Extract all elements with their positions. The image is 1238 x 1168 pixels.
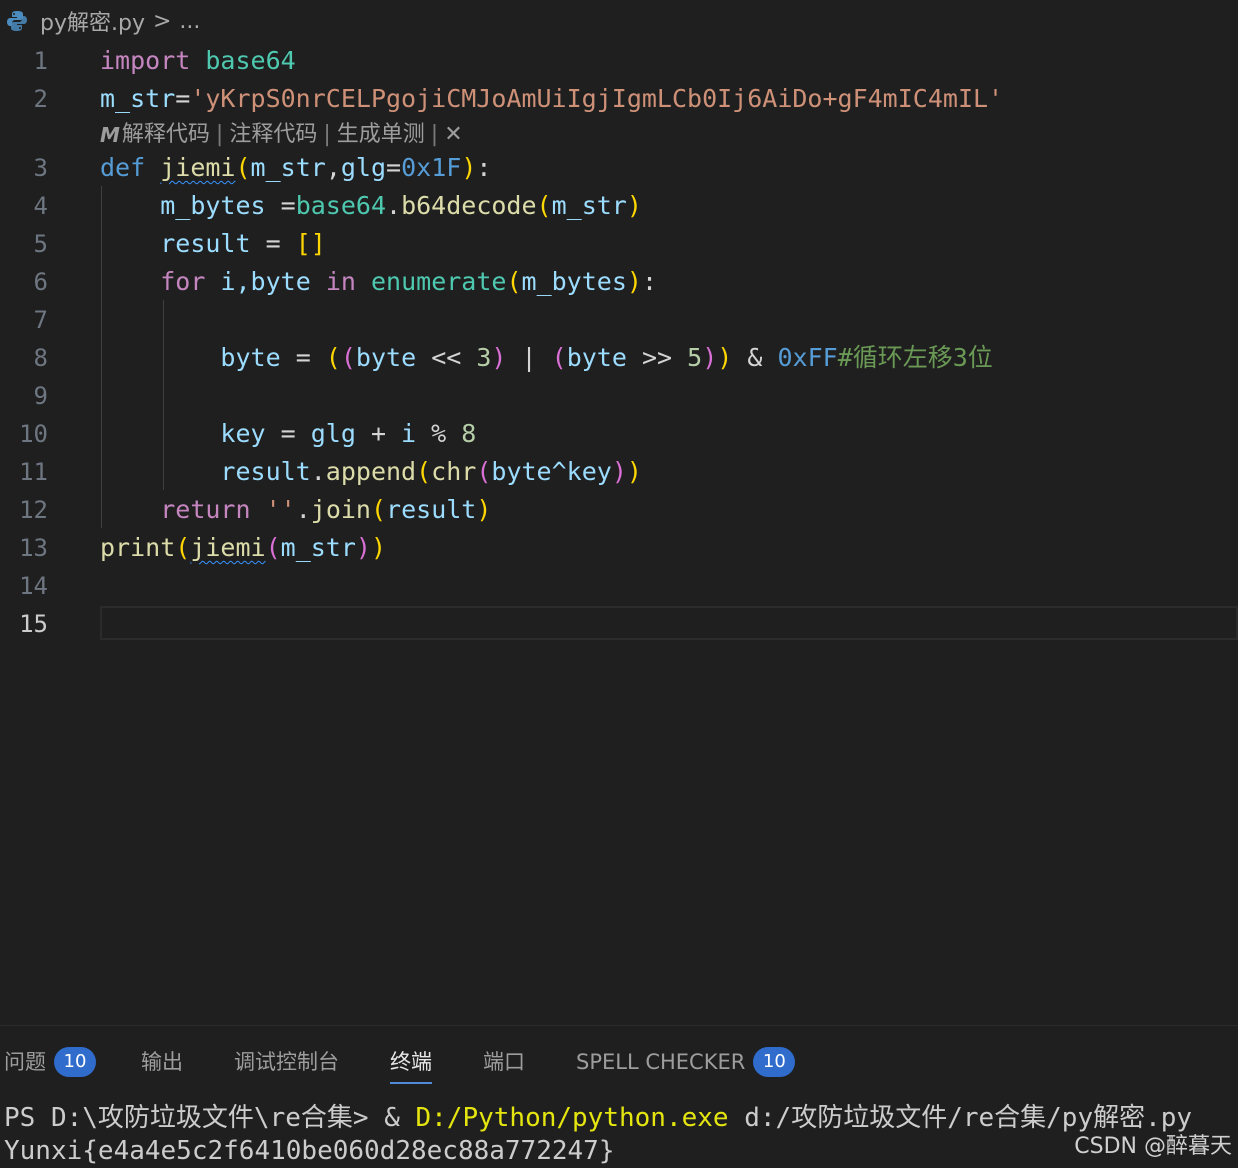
- tab-output[interactable]: 输出: [141, 1044, 183, 1080]
- code-text: key = glg + i % 8: [220, 419, 477, 448]
- code-text: return ''.join(result): [160, 495, 492, 524]
- generate-unit-test-link[interactable]: 生成单测: [337, 118, 425, 152]
- watermark: CSDN @醉暮天: [1074, 1134, 1232, 1159]
- active-tab-indicator: [390, 1082, 432, 1084]
- code-line: 6 for i,byte in enumerate(m_bytes):: [0, 263, 1238, 301]
- tab-spell-checker[interactable]: SPELL CHECKER 10: [576, 1044, 796, 1080]
- bottom-panel: 问题 10 输出 调试控制台 终端 端口 SPELL CHECKER 10 PS…: [0, 1025, 1238, 1166]
- code-text: byte = ((byte << 3) | (byte >> 5)) & 0xF…: [220, 343, 993, 372]
- code-text: m_str='yKrpS0nrCELPgojiCMJoAmUiIgjIgmLCb…: [100, 84, 1004, 113]
- codelens-bar: M 解释代码 | 注释代码 | 生成单测 | ✕: [100, 118, 463, 152]
- code-line: 14: [0, 567, 1238, 605]
- code-text: import base64: [100, 46, 296, 75]
- code-line: 4 m_bytes =base64.b64decode(m_str): [0, 187, 1238, 225]
- code-editor[interactable]: 1 import base64 2 m_str='yKrpS0nrCELPgoj…: [0, 42, 1238, 1022]
- chevron-right-icon: >: [152, 8, 172, 34]
- code-line: 2 m_str='yKrpS0nrCELPgojiCMJoAmUiIgjIgmL…: [0, 80, 1238, 118]
- problems-count-badge: 10: [54, 1047, 96, 1077]
- code-text: result.append(chr(byte^key)): [220, 457, 642, 486]
- code-line[interactable]: 15: [0, 605, 1238, 643]
- code-line: 13 print(jiemi(m_str)): [0, 529, 1238, 567]
- spell-checker-count-badge: 10: [753, 1047, 796, 1077]
- line-number: 6: [33, 268, 48, 296]
- code-line: 5 result = []: [0, 225, 1238, 263]
- breadcrumb: py解密.py > ...: [0, 0, 1238, 42]
- line-number: 8: [33, 344, 48, 372]
- code-text: def jiemi(m_str,glg=0x1F):: [100, 153, 492, 182]
- code-text: m_bytes =base64.b64decode(m_str): [160, 191, 642, 220]
- code-text: print(jiemi(m_str)): [100, 533, 387, 562]
- line-number: 4: [33, 192, 48, 220]
- explain-code-link[interactable]: 解释代码: [122, 118, 210, 152]
- line-number: 12: [19, 496, 48, 524]
- line-number: 11: [19, 458, 48, 486]
- code-line: 3 def jiemi(m_str,glg=0x1F):: [0, 149, 1238, 187]
- terminal-output-line: Yunxi{e4a4e5c2f6410be060d28ec88a772247}: [4, 1136, 615, 1166]
- breadcrumb-file[interactable]: py解密.py: [40, 5, 145, 37]
- code-text: result = []: [160, 229, 326, 258]
- breadcrumb-more[interactable]: ...: [179, 9, 200, 34]
- line-number: 7: [33, 306, 48, 334]
- tab-ports[interactable]: 端口: [483, 1044, 525, 1080]
- line-number: 14: [19, 572, 48, 600]
- close-icon[interactable]: ✕: [444, 118, 462, 152]
- code-line: 11 result.append(chr(byte^key)): [0, 453, 1238, 491]
- code-line: 7: [0, 301, 1238, 339]
- line-number: 3: [33, 154, 48, 182]
- line-number: 15: [19, 610, 48, 638]
- code-text: for i,byte in enumerate(m_bytes):: [160, 267, 657, 296]
- code-line: 9: [0, 377, 1238, 415]
- code-line: 1 import base64: [0, 42, 1238, 80]
- line-number: 5: [33, 230, 48, 258]
- python-file-icon: [7, 11, 27, 31]
- terminal-command-line[interactable]: PS D:\攻防垃圾文件\re合集> & D:/Python/python.ex…: [4, 1101, 1192, 1135]
- panel-tabs: 问题 10 输出 调试控制台 终端 端口 SPELL CHECKER 10: [0, 1026, 1238, 1098]
- code-line: 8 byte = ((byte << 3) | (byte >> 5)) & 0…: [0, 339, 1238, 377]
- tab-terminal[interactable]: 终端: [390, 1044, 432, 1084]
- line-number: 13: [19, 534, 48, 562]
- ai-assistant-icon: M: [100, 123, 120, 147]
- line-number: 10: [19, 420, 48, 448]
- line-number: 2: [33, 85, 48, 113]
- code-line: 12 return ''.join(result): [0, 491, 1238, 529]
- line-number: 1: [33, 47, 48, 75]
- line-number: 9: [33, 382, 48, 410]
- tab-debug-console[interactable]: 调试控制台: [234, 1044, 339, 1080]
- tab-problems[interactable]: 问题 10: [4, 1044, 96, 1080]
- code-line: 10 key = glg + i % 8: [0, 415, 1238, 453]
- comment-code-link[interactable]: 注释代码: [229, 118, 317, 152]
